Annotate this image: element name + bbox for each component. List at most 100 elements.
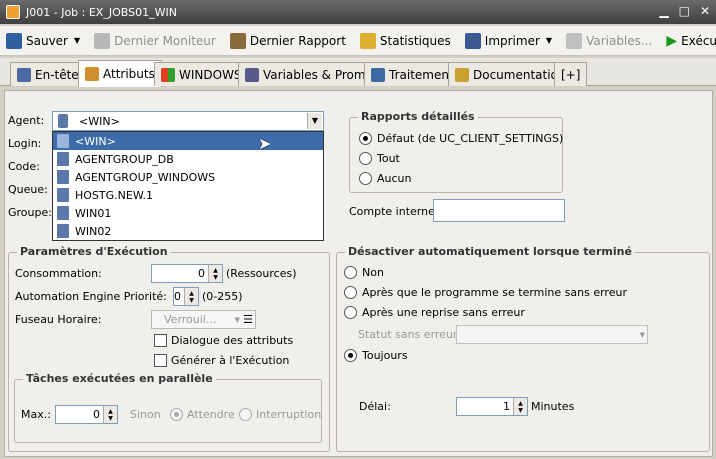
agent-group-icon (57, 170, 69, 184)
agent-icon (57, 224, 69, 238)
login-label: Login: (8, 137, 42, 150)
spin-arrows-icon[interactable]: ▲ ▼ (184, 288, 198, 305)
tab-processing[interactable]: Traitement (364, 62, 461, 86)
add-tab-button[interactable]: [+] (554, 62, 588, 86)
play-icon: ▶ (666, 32, 678, 49)
priority-range: (0-255) (202, 290, 243, 303)
chart-icon (359, 32, 376, 49)
chevron-down-icon[interactable]: ▼ (640, 327, 645, 343)
tab-bar: En-tête Attributs WINDOWS Variables & Pr… (0, 58, 716, 87)
variables-icon (245, 67, 259, 82)
attribute-dialog-checkbox[interactable] (154, 334, 167, 347)
internal-account-field[interactable] (433, 199, 565, 222)
consumption-label: Consommation: (15, 267, 102, 280)
report-all-radio[interactable] (359, 152, 372, 165)
title-bar: J001 - Job : EX_JOBS01_WIN ▁ □ ✕ (0, 0, 716, 24)
agent-icon (57, 206, 69, 220)
last-report-button[interactable]: Dernier Rapport (229, 32, 346, 49)
auto-deactivate-title: Désactiver automatiquement lorsque termi… (345, 245, 635, 258)
delay-stepper[interactable]: 1 ▲ ▼ (456, 397, 528, 416)
group-label: Groupe: (8, 206, 52, 219)
agent-option[interactable]: AGENTGROUP_DB (53, 150, 323, 168)
priority-label: Automation Engine Priorité: (15, 290, 167, 303)
agent-icon (57, 134, 69, 148)
documentation-icon (455, 67, 469, 82)
agent-group-icon (57, 152, 69, 166)
variables-button[interactable]: Variables... (566, 32, 652, 49)
deactivate-after-success-radio[interactable] (344, 286, 357, 299)
consumption-unit: (Ressources) (226, 267, 297, 280)
window-title: J001 - Job : EX_JOBS01_WIN (26, 5, 177, 19)
monitor-icon (94, 32, 111, 49)
wait-label: Attendre (187, 408, 235, 421)
spin-arrows-icon[interactable]: ▲ ▼ (208, 265, 222, 282)
report-none-radio[interactable] (359, 172, 372, 185)
chevron-down-icon[interactable]: ▼ (307, 113, 322, 129)
generate-at-runtime-label: Générer à l'Exécution (171, 354, 290, 367)
variables-icon (566, 32, 583, 49)
tab-windows[interactable]: WINDOWS (154, 62, 249, 86)
priority-stepper[interactable]: 0 ▲ ▼ (173, 287, 199, 306)
timezone-label: Fuseau Horaire: (15, 313, 102, 326)
chevron-down-icon[interactable]: ▼ (546, 36, 552, 45)
agent-option[interactable]: <WIN> (53, 132, 323, 150)
deactivate-after-restart-label: Après une reprise sans erreur (362, 306, 525, 319)
max-label: Max.: (21, 408, 51, 421)
close-button[interactable]: ✕ (700, 4, 710, 18)
max-parallel-stepper[interactable]: 0 ▲ ▼ (55, 405, 118, 424)
mouse-cursor-icon: ➤ (258, 134, 272, 153)
maximize-button[interactable]: □ (679, 4, 690, 18)
attribute-dialog-label: Dialogue des attributs (171, 334, 294, 347)
statistics-button[interactable]: Statistiques (359, 32, 451, 49)
generate-at-runtime-checkbox[interactable] (154, 354, 167, 367)
job-icon (6, 5, 20, 19)
delay-label: Délai: (359, 400, 391, 413)
tab-attributes[interactable]: Attributs (78, 60, 162, 87)
deactivate-always-radio[interactable] (344, 349, 357, 362)
windows-icon (161, 67, 175, 82)
report-none-label: Aucun (377, 172, 412, 185)
header-icon (17, 67, 31, 82)
report-icon (229, 32, 246, 49)
consumption-stepper[interactable]: 0 ▲ ▼ (151, 264, 223, 283)
list-icon[interactable]: ☰ (243, 312, 253, 328)
spin-arrows-icon[interactable]: ▲ ▼ (103, 406, 117, 423)
report-default-label: Défaut (de UC_CLIENT_SETTINGS) (377, 132, 564, 145)
detailed-reports-title: Rapports détaillés (358, 110, 478, 123)
execute-button[interactable]: ▶ Exécuter▼ (666, 33, 716, 49)
agent-dropdown-list: <WIN> AGENTGROUP_DB AGENTGROUP_WINDOWS H… (52, 131, 324, 241)
report-default-radio[interactable] (359, 132, 372, 145)
deactivate-always-label: Toujours (362, 349, 408, 362)
agent-icon (58, 114, 68, 128)
status-label: Statut sans erreur: (358, 328, 461, 341)
execution-params-title: Paramètres d'Exécution (17, 245, 171, 258)
agent-label: Agent: (8, 114, 45, 127)
deactivate-no-label: Non (362, 266, 384, 279)
deactivate-no-radio[interactable] (344, 266, 357, 279)
chevron-down-icon[interactable]: ▼ (74, 36, 80, 45)
abort-radio[interactable] (239, 408, 252, 421)
chevron-down-icon[interactable]: ▼ (235, 312, 240, 328)
last-monitor-button[interactable]: Dernier Moniteur (94, 32, 216, 49)
agent-option[interactable]: HOSTG.NEW.1 (53, 186, 323, 204)
agent-option[interactable]: AGENTGROUP_WINDOWS (53, 168, 323, 186)
agent-option[interactable]: WIN02 (53, 222, 323, 240)
agent-option[interactable]: WIN01 (53, 204, 323, 222)
save-button[interactable]: Sauver ▼ (6, 32, 80, 49)
status-select[interactable]: ▼ (456, 325, 648, 344)
spin-arrows-icon[interactable]: ▲ ▼ (513, 398, 527, 415)
wait-radio[interactable] (170, 408, 183, 421)
tab-header[interactable]: En-tête (10, 62, 86, 86)
timezone-select[interactable]: Verrouil... ▼ ☰ (151, 310, 256, 329)
toolbar: Sauver ▼ Dernier Moniteur Dernier Rapport… (0, 26, 716, 56)
agent-select[interactable]: <WIN> ▼ (52, 111, 324, 131)
script-icon (371, 67, 385, 82)
minutes-label: Minutes (531, 400, 575, 413)
queue-label: Queue: (8, 183, 48, 196)
internal-account-label: Compte interne: (349, 205, 439, 218)
else-label: Sinon (130, 408, 161, 421)
deactivate-after-restart-radio[interactable] (344, 306, 357, 319)
print-button[interactable]: Imprimer ▼ (464, 32, 552, 49)
parallel-tasks-title: Tâches exécutées en parallèle (23, 372, 216, 385)
minimize-button[interactable]: ▁ (659, 4, 668, 18)
